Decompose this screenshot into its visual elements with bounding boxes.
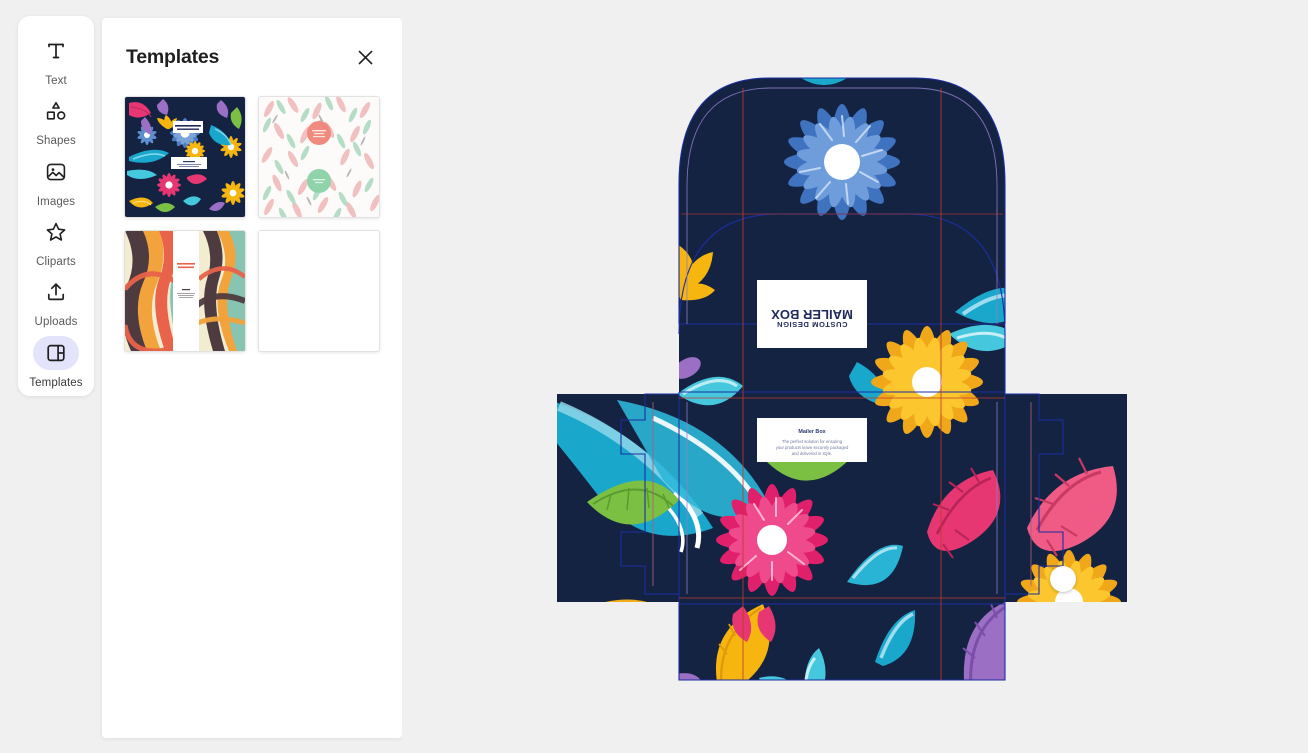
templates-panel: Templates [102,18,402,738]
page-title: Templates [126,45,220,68]
front-label-line1: MAILER BOX [771,307,853,322]
sidebar-item-images[interactable]: Images [20,155,92,213]
panel-header: Templates [102,18,402,70]
templates-icon [33,335,79,370]
template-thumbnail-grid [102,70,402,352]
sidebar-item-label: Shapes [36,135,76,148]
front-label-line2: CUSTOM DESIGN [776,320,847,329]
app-root: Text Shapes Images Cliparts Uploads Temp… [0,0,1308,753]
sidebar-item-label: Templates [29,376,83,389]
upload-icon [33,275,79,309]
sidebar-item-templates[interactable]: Templates [20,335,92,394]
text-icon [33,34,79,68]
selection-handle-bottom-right[interactable] [1050,566,1076,592]
template-thumbnail-retro-waves[interactable] [124,230,246,352]
sidebar-item-label: Uploads [34,316,78,329]
front-label-card: MAILER BOX CUSTOM DESIGN [757,280,867,348]
template-thumbnail-floral-dark[interactable] [124,96,246,218]
sidebar-item-uploads[interactable]: Uploads [20,275,92,333]
sidebar-item-text[interactable]: Text [20,34,92,92]
mailer-box-dieline[interactable]: MAILER BOX CUSTOM DESIGN Mailer Box The … [557,62,1157,692]
sidebar-item-label: Cliparts [36,255,76,268]
side-label-body-3: and delivered in style. [792,451,833,456]
sidebar-item-label: Images [36,195,76,208]
images-icon [33,155,79,189]
tool-rail: Text Shapes Images Cliparts Uploads Temp… [18,16,94,396]
side-label-title: Mailer Box [798,429,825,435]
shapes-icon [33,94,79,128]
side-label-body-2: your products leave securely packaged [776,445,849,450]
template-thumbnail-leaves-light[interactable] [258,96,380,218]
sidebar-item-label: Text [45,75,67,87]
design-canvas[interactable]: MAILER BOX CUSTOM DESIGN Mailer Box The … [402,0,1308,753]
side-label-card: Mailer Box The perfect solution for ensu… [757,418,867,462]
template-thumbnail-blank[interactable] [258,230,380,352]
star-icon [33,215,79,249]
sidebar-item-cliparts[interactable]: Cliparts [20,215,92,273]
side-label-body-1: The perfect solution for ensuring [782,439,843,444]
sidebar-item-shapes[interactable]: Shapes [20,94,92,152]
close-icon[interactable] [352,44,378,70]
